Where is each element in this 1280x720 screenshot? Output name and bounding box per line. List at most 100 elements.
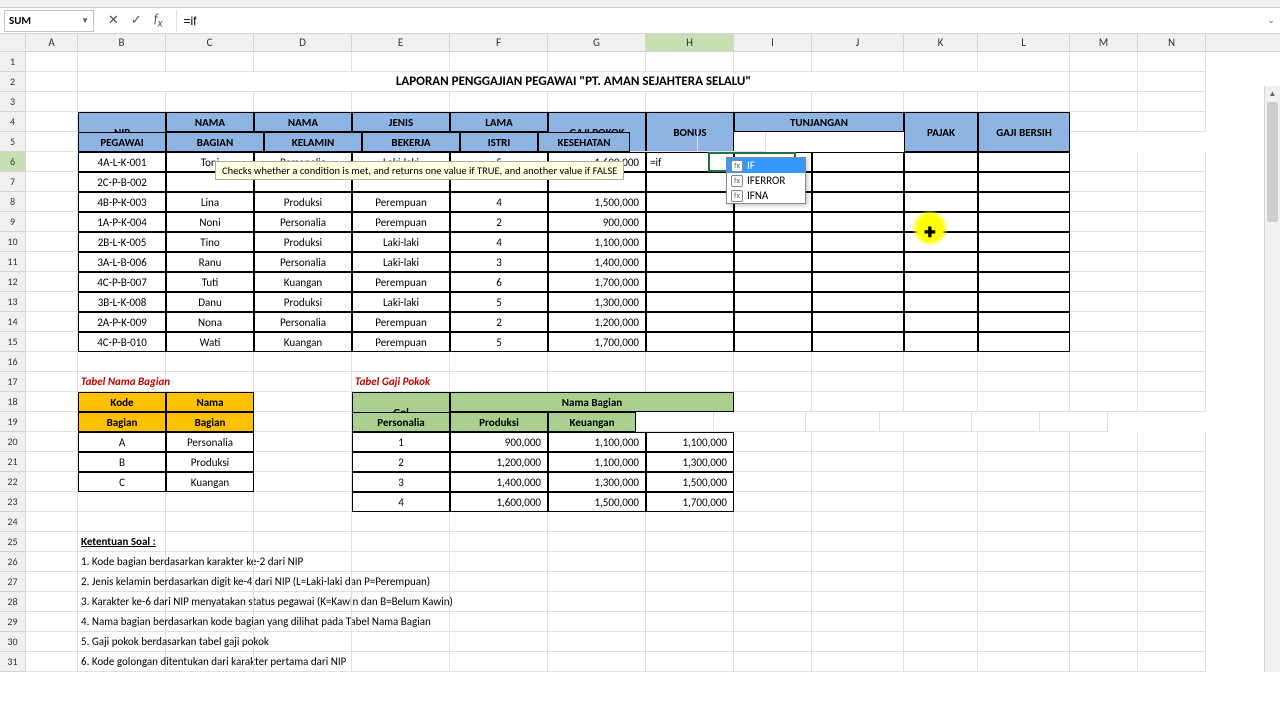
cell[interactable] [166,492,254,512]
cell[interactable] [1138,52,1206,72]
spreadsheet-grid[interactable]: ABCDEFGHIJKLMN 12LAPORAN PENGGAJIAN PEGA… [0,34,1280,672]
cell[interactable] [548,532,646,552]
row-header[interactable]: 6 [0,152,26,172]
cell[interactable]: NAMA [254,112,352,132]
cell[interactable] [26,152,78,172]
cell[interactable] [904,92,978,112]
cell[interactable] [812,372,904,392]
cell[interactable] [978,632,1070,652]
cell[interactable]: 2A-P-K-009 [78,312,166,332]
cell[interactable] [812,172,904,192]
cell[interactable]: Tabel Nama Bagian [78,372,166,392]
cell[interactable]: 1,100,000 [548,432,646,452]
cell[interactable]: 3 [352,472,450,492]
cancel-icon[interactable]: ✕ [108,13,119,28]
cell[interactable] [1138,332,1206,352]
cell[interactable] [254,92,352,112]
cell[interactable] [812,532,904,552]
cell[interactable] [1138,152,1206,172]
cell[interactable]: KESEHATAN [538,132,630,152]
cell[interactable] [1070,652,1138,672]
cell[interactable] [812,432,904,452]
cell[interactable]: Kuangan [254,332,352,352]
cell[interactable] [1070,532,1138,552]
cell[interactable] [1070,392,1138,412]
cell[interactable] [1138,232,1206,252]
cell[interactable] [450,52,548,72]
cell[interactable] [904,552,978,572]
cell[interactable]: C [78,472,166,492]
cell[interactable] [1040,412,1108,432]
cell[interactable] [352,92,450,112]
cell[interactable]: 2 [450,212,548,232]
cell[interactable] [734,452,812,472]
row-header[interactable]: 15 [0,332,26,352]
cell[interactable] [904,532,978,552]
cell[interactable] [26,572,78,592]
row-header[interactable]: 27 [0,572,26,592]
cell[interactable]: 1 [352,432,450,452]
cell[interactable] [734,432,812,452]
cell[interactable] [26,432,78,452]
column-header[interactable]: F [450,34,548,51]
cell[interactable]: Keuangan [548,412,636,432]
cell[interactable] [646,232,734,252]
fx-icon[interactable]: fx [154,12,163,30]
row-header[interactable]: 17 [0,372,26,392]
cell[interactable] [1138,92,1206,112]
column-header[interactable]: J [812,34,904,51]
cell[interactable] [78,52,166,72]
cell[interactable] [1138,512,1206,532]
row-header[interactable]: 16 [0,352,26,372]
cell[interactable] [978,252,1070,272]
row-header[interactable]: 8 [0,192,26,212]
cell[interactable]: 4 [352,492,450,512]
cell[interactable] [1070,632,1138,652]
cell[interactable] [352,512,450,532]
row-header[interactable]: 23 [0,492,26,512]
cell[interactable] [734,272,812,292]
cell[interactable] [1070,552,1138,572]
cell[interactable] [904,332,978,352]
cell[interactable] [904,432,978,452]
cell[interactable] [1070,112,1138,132]
cell[interactable] [254,372,352,392]
cell[interactable] [646,252,734,272]
column-header[interactable]: M [1070,34,1138,51]
cell[interactable] [78,492,166,512]
column-header[interactable]: D [254,34,352,51]
cell[interactable] [978,152,1070,172]
cell[interactable] [734,232,812,252]
cell[interactable]: Kuangan [254,272,352,292]
cell[interactable]: 3 [450,252,548,272]
cell[interactable] [166,572,254,592]
cell[interactable] [26,392,78,412]
cell[interactable]: Produksi [254,232,352,252]
cell[interactable]: Personalia [166,432,254,452]
cell[interactable] [352,532,450,552]
row-header[interactable]: 26 [0,552,26,572]
cell[interactable] [812,332,904,352]
cell[interactable] [978,532,1070,552]
cell[interactable] [734,352,812,372]
cell[interactable] [26,132,78,152]
cell[interactable] [978,432,1070,452]
cell[interactable] [646,312,734,332]
cell[interactable]: 1,200,000 [450,452,548,472]
cell[interactable] [254,432,352,452]
cell[interactable] [254,352,352,372]
cell[interactable]: 6. Kode golongan ditentukan dari karakte… [78,652,166,672]
cell[interactable] [1138,112,1206,132]
vertical-scrollbar[interactable]: ▲ [1264,86,1280,672]
cell[interactable] [978,232,1070,252]
cell[interactable]: 3A-L-B-006 [78,252,166,272]
cell[interactable]: 5 [450,332,548,352]
cell[interactable] [812,92,904,112]
cell[interactable] [166,52,254,72]
cell[interactable]: BAGIAN [166,132,264,152]
cell[interactable] [646,612,734,632]
formula-input[interactable] [176,10,1262,32]
cell[interactable]: 1,500,000 [548,492,646,512]
cell[interactable] [254,612,352,632]
cell[interactable] [26,52,78,72]
